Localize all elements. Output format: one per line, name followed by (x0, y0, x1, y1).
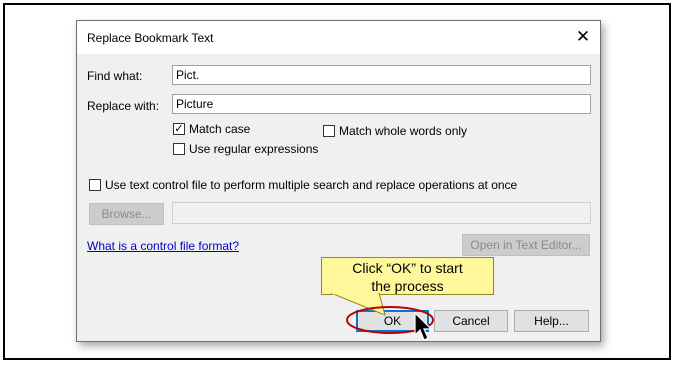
callout-line-1: Click “OK” to start (352, 260, 463, 276)
regex-checkbox[interactable] (173, 143, 185, 155)
match-case-checkbox[interactable]: ✓ (173, 123, 185, 135)
control-file-checkbox[interactable] (89, 179, 101, 191)
regex-label: Use regular expressions (189, 142, 319, 156)
dialog-title: Replace Bookmark Text (87, 31, 214, 45)
replace-with-label: Replace with: (87, 99, 160, 113)
title-bar: Replace Bookmark Text ✕ (77, 21, 600, 54)
browse-button[interactable]: Browse... (89, 203, 164, 225)
mouse-pointer-icon (414, 312, 433, 341)
close-icon[interactable]: ✕ (572, 26, 594, 48)
open-in-text-editor-button[interactable]: Open in Text Editor... (462, 234, 590, 256)
find-what-label: Find what: (87, 69, 143, 83)
cancel-button[interactable]: Cancel (434, 310, 508, 332)
control-file-path-input[interactable] (172, 202, 591, 224)
replace-with-input[interactable] (172, 94, 591, 114)
match-case-label: Match case (189, 122, 251, 136)
help-button[interactable]: Help... (514, 310, 589, 332)
find-what-input[interactable] (172, 65, 591, 85)
control-file-format-link[interactable]: What is a control file format? (87, 239, 239, 253)
instruction-callout: Click “OK” to start the process (321, 257, 494, 295)
control-file-label: Use text control file to perform multipl… (105, 178, 518, 192)
match-whole-words-label: Match whole words only (339, 124, 468, 138)
match-whole-words-checkbox[interactable] (323, 125, 335, 137)
